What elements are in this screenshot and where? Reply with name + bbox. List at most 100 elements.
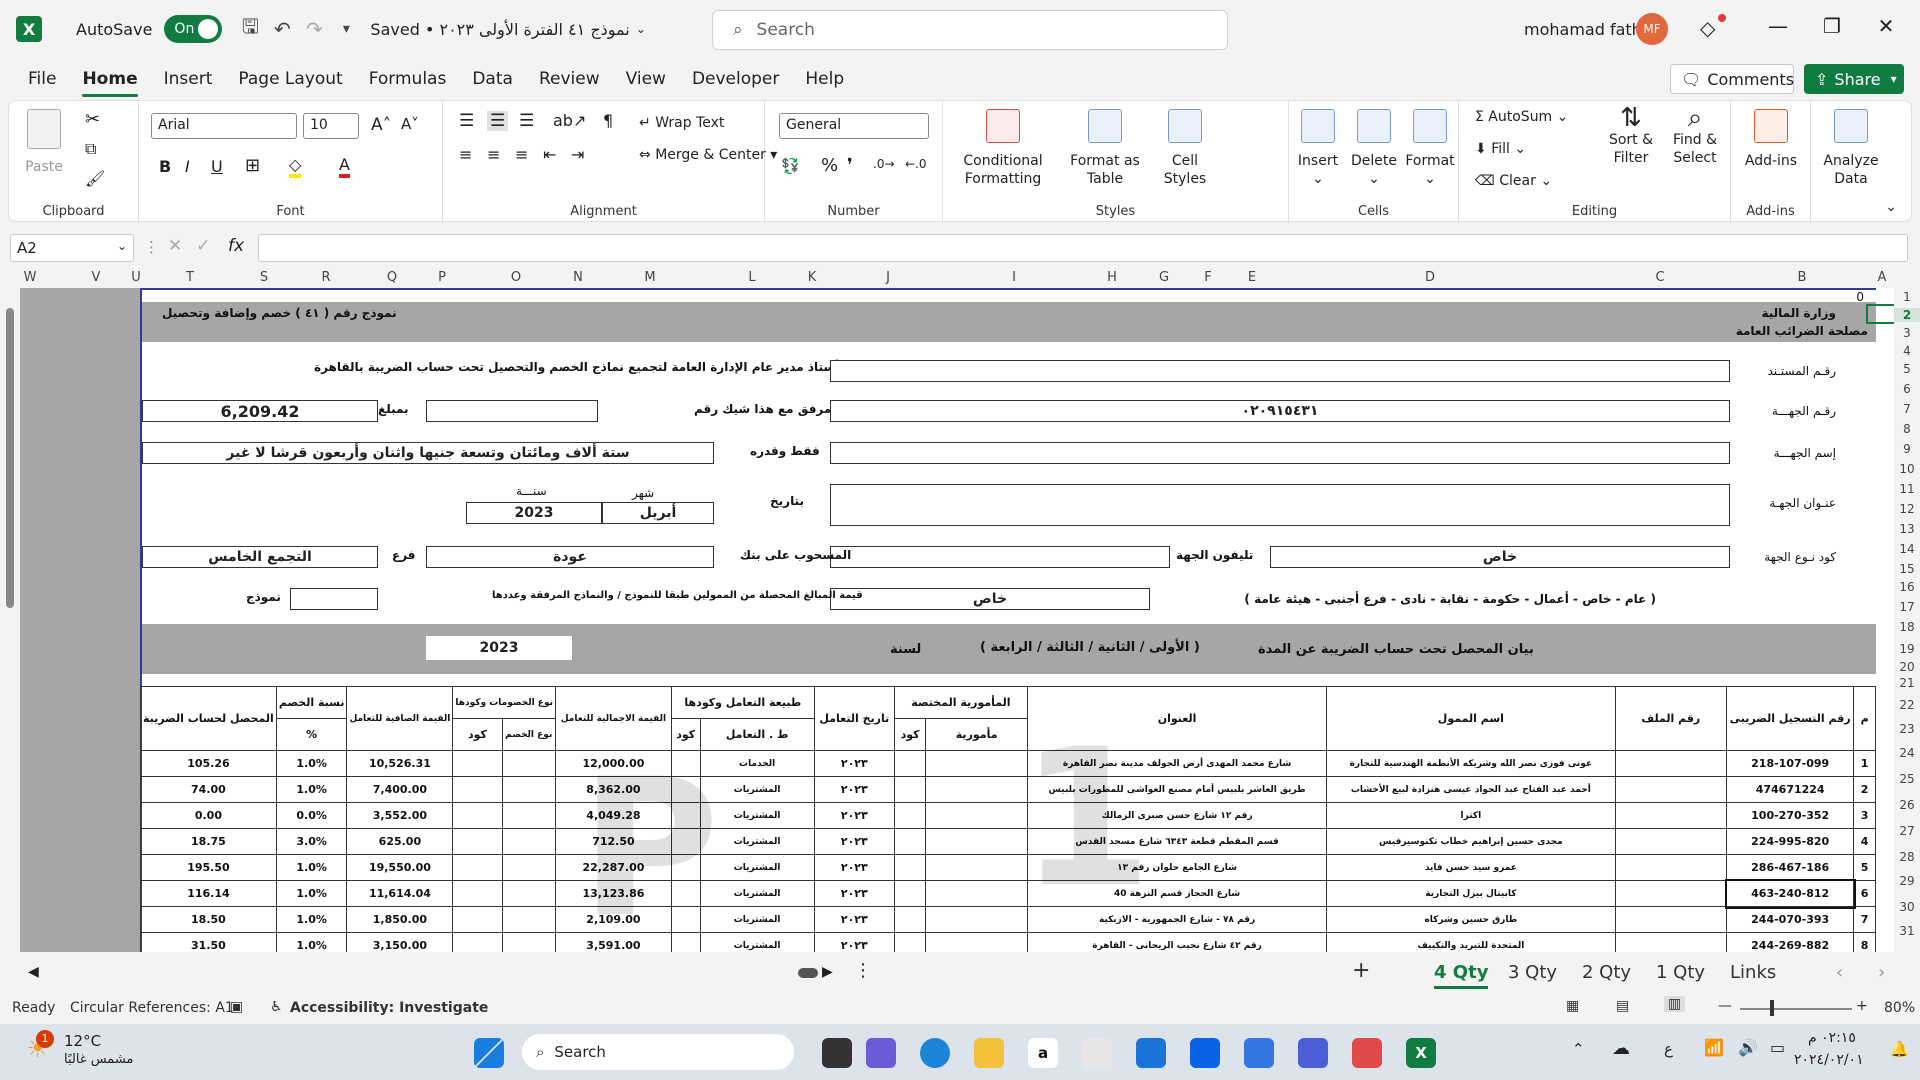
autosave-toggle[interactable]: On (164, 15, 223, 43)
row-header[interactable]: 5 (1894, 362, 1920, 376)
cell-col[interactable]: 0.00 (140, 802, 277, 829)
cell-empty[interactable] (925, 854, 1028, 881)
cell-date[interactable]: ٢٠٢٣ (813, 906, 895, 933)
macro-icon[interactable]: ▣ (230, 999, 243, 1015)
cloud-icon[interactable]: ☁ (1612, 1038, 1630, 1059)
collapse-ribbon-icon[interactable]: ⌄ (1885, 199, 1897, 215)
insert-cells-button[interactable]: Insert ⌄ (1293, 109, 1343, 188)
column-header[interactable]: F (1204, 270, 1211, 285)
row-header[interactable]: 2 (1894, 308, 1920, 322)
cell-empty[interactable] (1614, 854, 1728, 881)
cell-empty[interactable] (452, 750, 503, 777)
cell-net[interactable]: 625.00 (346, 828, 454, 855)
cell-name[interactable]: اكترا (1326, 802, 1616, 829)
prev-sheet-icon[interactable]: ‹ (1836, 962, 1843, 983)
cell-empty[interactable] (452, 776, 503, 803)
cell-empty[interactable] (893, 880, 927, 907)
save-icon[interactable]: 🖫 (234, 12, 266, 46)
cheque-no-field[interactable] (426, 400, 598, 422)
cell-date[interactable]: ٢٠٢٣ (813, 776, 895, 803)
table-row[interactable]: 18.75 3.0% 625.00 712.50 المشتريات ٢٠٢٣ قسم ال… (140, 828, 1876, 855)
underline-icon[interactable]: U (211, 157, 223, 176)
cell-name[interactable]: مجدى حسين إبراهيم خطاب تكنوسيرفيس (1326, 828, 1616, 855)
row-header[interactable]: 8 (1894, 422, 1920, 436)
column-header[interactable]: L (748, 270, 755, 285)
tab-4-qty[interactable]: 4 Qty (1434, 962, 1489, 989)
comments-button[interactable]: 🗨 Comments (1670, 64, 1794, 94)
worksheet[interactable]: 0 وزارة المالية مصلحة الضرائب العامة نمو… (20, 288, 1894, 952)
column-header[interactable]: W (24, 270, 37, 285)
row-header[interactable]: 12 (1894, 502, 1920, 516)
start-icon[interactable] (474, 1038, 504, 1068)
row-header[interactable]: 21 (1894, 676, 1920, 690)
column-header[interactable]: K (808, 270, 817, 285)
cell-name[interactable]: عونى فوزى نصر الله وشريكه الأنظمة الهندس… (1326, 750, 1616, 777)
cell-n[interactable]: 5 (1853, 854, 1876, 881)
align-right-icon[interactable]: ≡ (515, 145, 528, 164)
teams-icon[interactable] (866, 1038, 896, 1068)
column-header[interactable]: B (1798, 270, 1807, 285)
fill-button[interactable]: ⬇ Fill ⌄ (1475, 141, 1526, 157)
enter-icon[interactable]: ✓ (196, 236, 210, 256)
cell-date[interactable]: ٢٠٢٣ (813, 750, 895, 777)
tab-1-qty[interactable]: 1 Qty (1656, 962, 1705, 983)
status-circular[interactable]: Circular References: A1 (70, 1000, 234, 1016)
column-header[interactable]: V (92, 270, 101, 285)
paste-button[interactable]: Paste (19, 109, 69, 176)
cell-empty[interactable] (501, 828, 556, 855)
phone-field[interactable] (830, 546, 1170, 568)
search-box[interactable]: ⌕ Search (712, 10, 1228, 50)
cell-net[interactable]: 19,550.00 (346, 854, 454, 881)
row-header[interactable]: 29 (1894, 874, 1920, 888)
menu-page-layout[interactable]: Page Layout (238, 69, 342, 89)
accounting-icon[interactable]: 💱 (781, 157, 800, 175)
restore-icon[interactable]: ❐ (1812, 14, 1852, 38)
row-header[interactable]: 27 (1894, 824, 1920, 838)
row-header[interactable]: 3 (1894, 326, 1920, 340)
row-header[interactable]: 1 (1894, 290, 1920, 304)
orientation-icon[interactable]: ab↗ (553, 111, 586, 130)
edge-icon[interactable] (920, 1038, 950, 1068)
year2-field[interactable]: 2023 (426, 636, 572, 660)
status-accessibility[interactable]: Accessibility: Investigate (290, 1000, 488, 1016)
copy-icon[interactable]: ⧉ (85, 139, 96, 159)
table-row[interactable]: 0.00 0.0% 3,552.00 4,049.28 المشتريات ٢٠٢٣ رقم… (140, 802, 1876, 829)
row-header[interactable]: 6 (1894, 382, 1920, 396)
increase-decimal-icon[interactable]: .0→ (873, 157, 895, 171)
cell-empty[interactable] (1614, 828, 1728, 855)
cell-date[interactable]: ٢٠٢٣ (813, 802, 895, 829)
row-header[interactable]: 28 (1894, 850, 1920, 864)
row-header[interactable]: 4 (1894, 344, 1920, 358)
amount-words-field[interactable]: ستة ألاف ومائتان وتسعة جنيها واثنان وأرب… (142, 442, 714, 464)
format-cells-button[interactable]: Format ⌄ (1403, 109, 1457, 188)
cell-col[interactable]: 18.50 (140, 906, 277, 933)
conditional-formatting-button[interactable]: Conditional Formatting (953, 109, 1053, 188)
table-row[interactable]: 31.50 1.0% 3,150.00 3,591.00 المشتريات ٢٠٢٣ رق… (140, 932, 1876, 952)
menu-home[interactable]: Home (82, 69, 138, 97)
align-bottom-icon[interactable]: ☰ (519, 111, 534, 131)
autosum-button[interactable]: Σ AutoSum ⌄ (1475, 109, 1568, 125)
format-as-table-button[interactable]: Format as Table (1065, 109, 1145, 188)
tab-links[interactable]: Links (1730, 962, 1776, 983)
number-format-combo[interactable]: General (779, 113, 929, 139)
battery-icon[interactable]: ▭ (1770, 1038, 1785, 1057)
cell-date[interactable]: ٢٠٢٣ (813, 880, 895, 907)
task-view-icon[interactable] (822, 1038, 852, 1068)
cell-styles-button[interactable]: Cell Styles (1155, 109, 1215, 188)
cell-empty[interactable] (501, 854, 556, 881)
add-sheet-button[interactable]: + (1352, 958, 1370, 983)
cell-empty[interactable] (893, 932, 927, 952)
menu-file[interactable]: File (28, 69, 56, 89)
menu-formulas[interactable]: Formulas (369, 69, 447, 89)
italic-icon[interactable]: I (185, 157, 190, 176)
horizontal-scroll-thumb[interactable] (798, 968, 818, 978)
zoom-out-icon[interactable]: — (1718, 998, 1732, 1014)
row-header[interactable]: 30 (1894, 900, 1920, 914)
branch-field[interactable]: التجمع الخامس (142, 546, 378, 568)
cell-rate[interactable]: 0.0% (275, 802, 348, 829)
column-header[interactable]: R (321, 270, 330, 285)
align-middle-icon[interactable]: ☰ (487, 111, 509, 131)
accessibility-icon[interactable]: ♿ (270, 999, 283, 1015)
cell-empty[interactable] (925, 776, 1028, 803)
file-explorer-icon[interactable] (974, 1038, 1004, 1068)
